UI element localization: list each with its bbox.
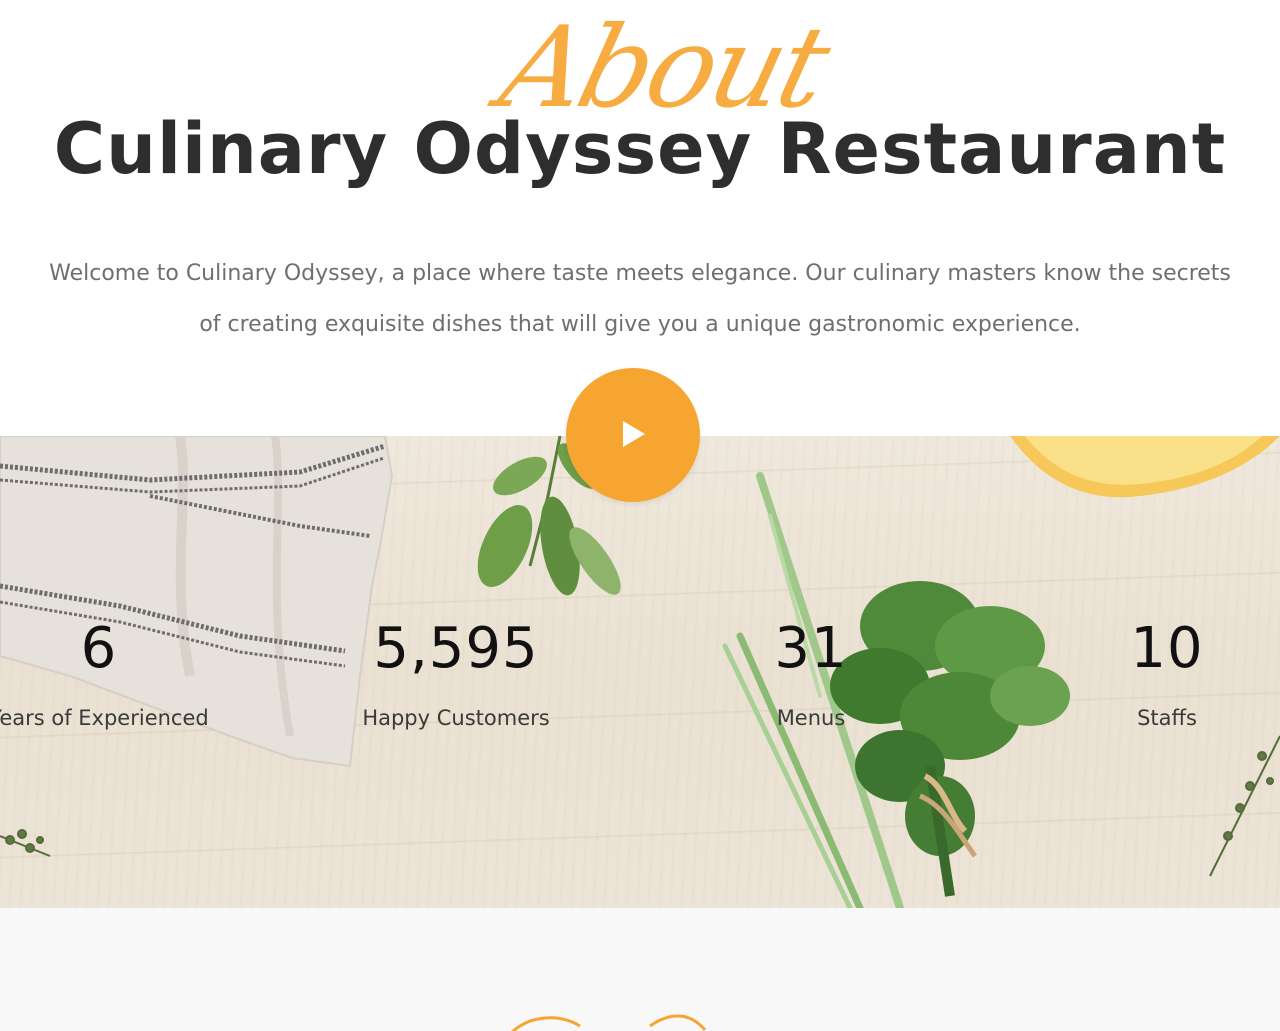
stat-label: Staffs	[1137, 706, 1197, 730]
play-icon	[623, 421, 645, 447]
next-section-script-heading	[500, 1004, 740, 1031]
stat-label: Years of Experienced	[0, 706, 209, 730]
stat-value: 5,595	[373, 616, 539, 681]
stat-staffs: 10 Staffs	[1037, 614, 1280, 730]
page: About Culinary Odyssey Restaurant Welcom…	[0, 0, 1280, 1031]
lemon-slice	[1010, 436, 1280, 498]
stat-label: Happy Customers	[362, 706, 550, 730]
intro-line-1: Welcome to Culinary Odyssey, a place whe…	[49, 261, 1231, 286]
stat-value: 31	[774, 616, 848, 681]
stat-label: Menus	[776, 706, 846, 730]
intro-paragraph: Welcome to Culinary Odyssey, a place whe…	[0, 248, 1280, 350]
stats-band: 6 Years of Experienced 5,595 Happy Custo…	[0, 436, 1280, 908]
stat-years: 6 Years of Experienced	[0, 614, 229, 730]
stat-value: 6	[80, 616, 118, 681]
play-video-button[interactable]	[566, 368, 700, 502]
stat-value: 10	[1130, 616, 1204, 681]
next-section	[0, 908, 1280, 1031]
stat-menus: 31 Menus	[681, 614, 941, 730]
stat-customers: 5,595 Happy Customers	[326, 614, 586, 730]
page-title: Culinary Odyssey Restaurant	[53, 108, 1227, 190]
intro-line-2: of creating exquisite dishes that will g…	[199, 312, 1081, 337]
thyme-sprigs	[0, 735, 1280, 877]
